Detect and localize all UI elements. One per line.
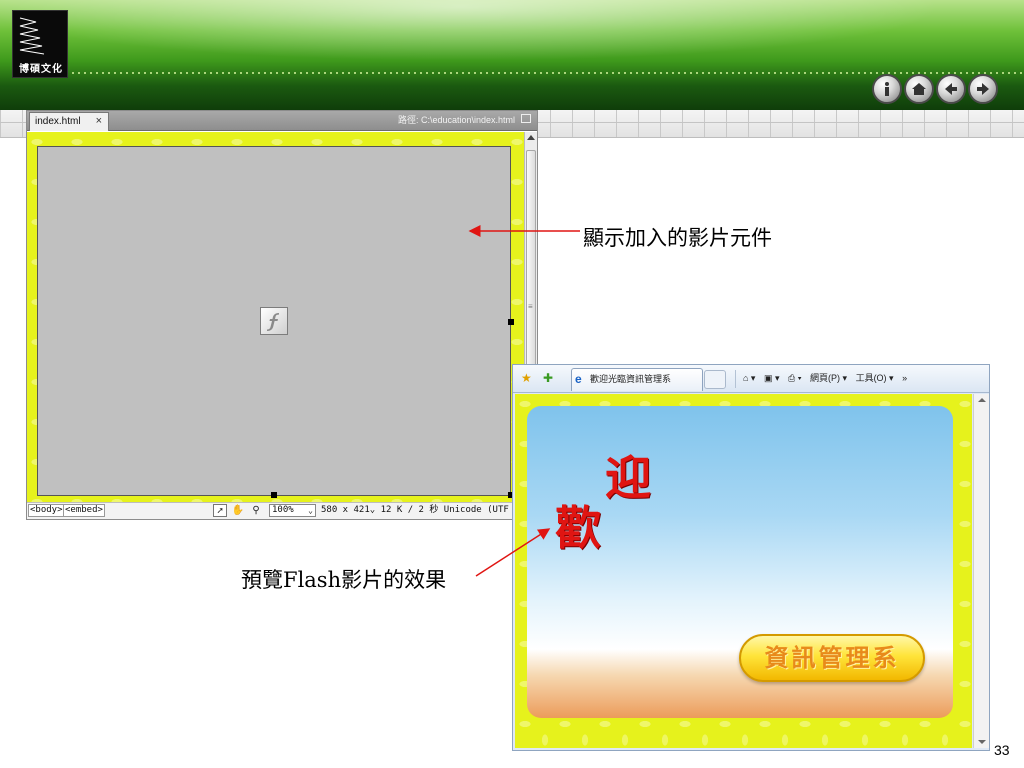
slide-page-number: 33 (994, 742, 1010, 758)
preview-callout-arrow (475, 528, 551, 577)
callout-arrows (468, 225, 580, 577)
